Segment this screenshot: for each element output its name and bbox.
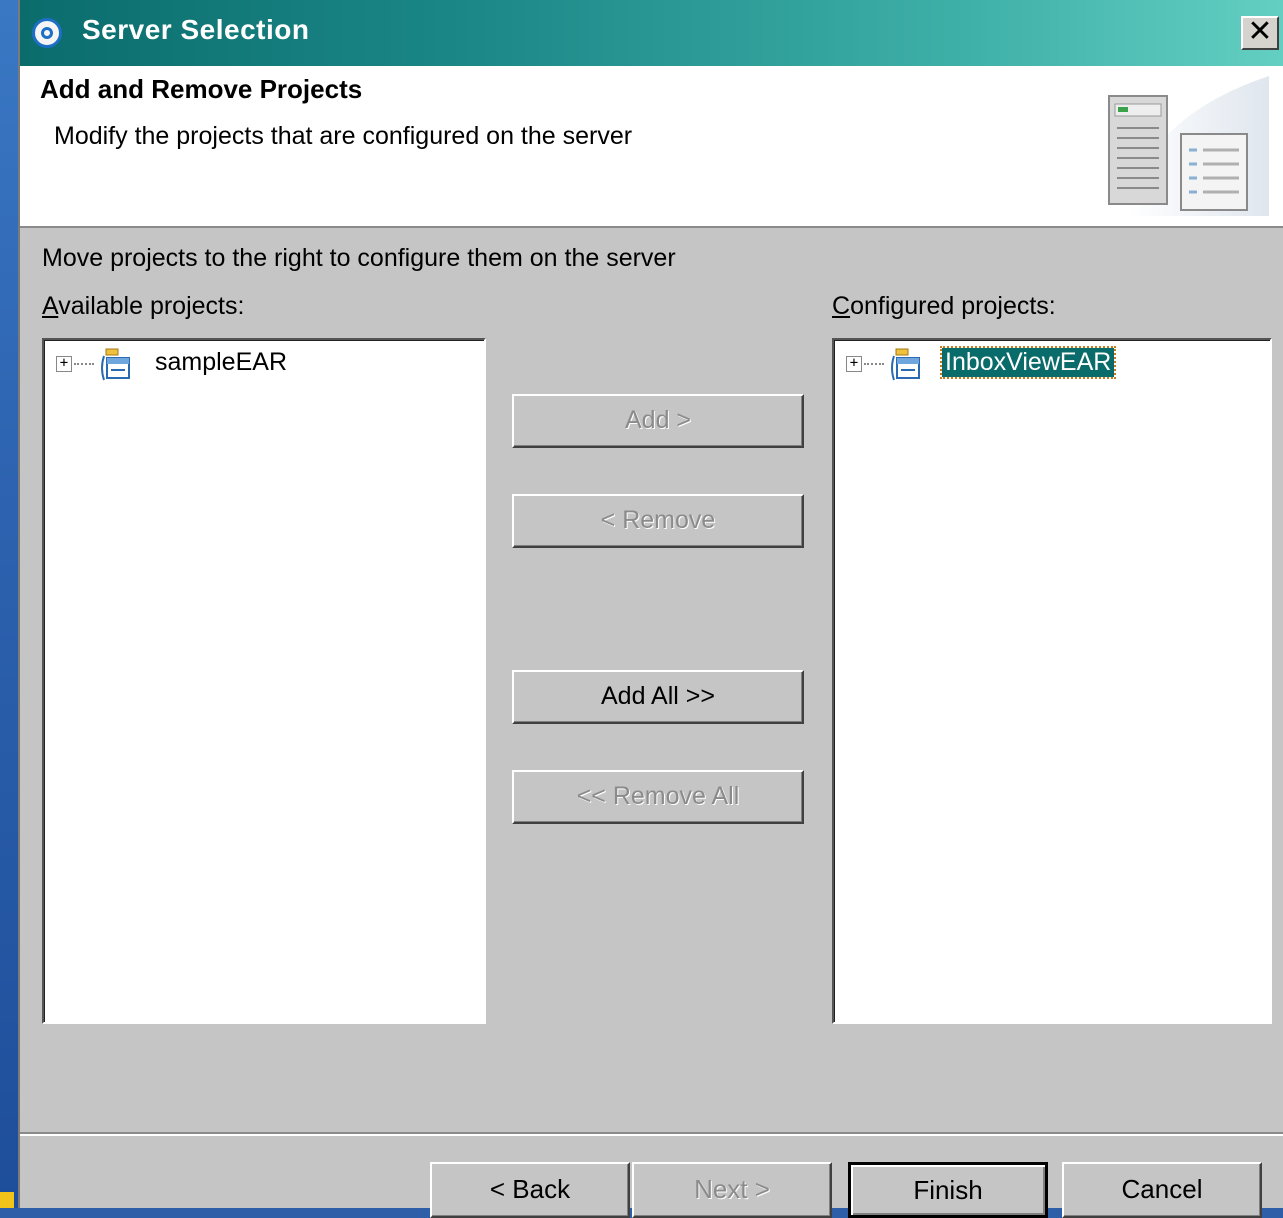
taskbar-edge (0, 1192, 14, 1208)
tree-connector (74, 363, 94, 365)
configured-projects-label: Configured projects: (832, 292, 1056, 321)
app-icon (32, 18, 62, 48)
footer-separator (20, 1132, 1283, 1136)
tree-connector (864, 363, 884, 365)
add-all-button[interactable]: Add All >> (512, 670, 804, 724)
available-mnemonic: A (42, 292, 59, 320)
configured-label-text: onfigured projects: (850, 292, 1056, 320)
close-button[interactable]: ✕ (1241, 16, 1279, 50)
available-projects-list[interactable]: + sampleEAR (42, 338, 486, 1024)
close-icon: ✕ (1247, 14, 1273, 49)
configured-projects-list[interactable]: + InboxViewEAR (832, 338, 1272, 1024)
add-button[interactable]: Add > (512, 394, 804, 448)
instruction-text: Move projects to the right to configure … (42, 244, 676, 272)
cancel-button[interactable]: Cancel (1062, 1162, 1262, 1218)
desktop-background (0, 0, 18, 1208)
next-button[interactable]: Next > (632, 1162, 832, 1218)
available-label-text: vailable projects: (58, 292, 245, 320)
tree-item-label[interactable]: InboxViewEAR (939, 346, 1117, 379)
page-title: Add and Remove Projects (40, 74, 363, 104)
expand-icon[interactable]: + (846, 356, 862, 372)
back-button[interactable]: < Back (430, 1162, 630, 1218)
page-description: Modify the projects that are configured … (54, 122, 633, 150)
configured-mnemonic: C (832, 292, 851, 320)
remove-all-button[interactable]: << Remove All (512, 770, 804, 824)
window-title: Server Selection (82, 14, 310, 45)
remove-button[interactable]: < Remove (512, 494, 804, 548)
tree-item-label[interactable]: sampleEAR (152, 348, 290, 377)
ear-project-icon (891, 348, 920, 381)
server-selection-dialog: Server Selection ✕ Add and Remove Projec… (18, 0, 1283, 1218)
server-wizard-icon (1108, 76, 1269, 216)
wizard-header: Add and Remove Projects Modify the proje… (20, 66, 1283, 228)
available-projects-label: Available projects: (42, 292, 244, 321)
ear-project-icon (101, 348, 130, 381)
title-bar[interactable]: Server Selection ✕ (20, 0, 1283, 66)
finish-button[interactable]: Finish (848, 1162, 1048, 1218)
expand-icon[interactable]: + (56, 356, 72, 372)
